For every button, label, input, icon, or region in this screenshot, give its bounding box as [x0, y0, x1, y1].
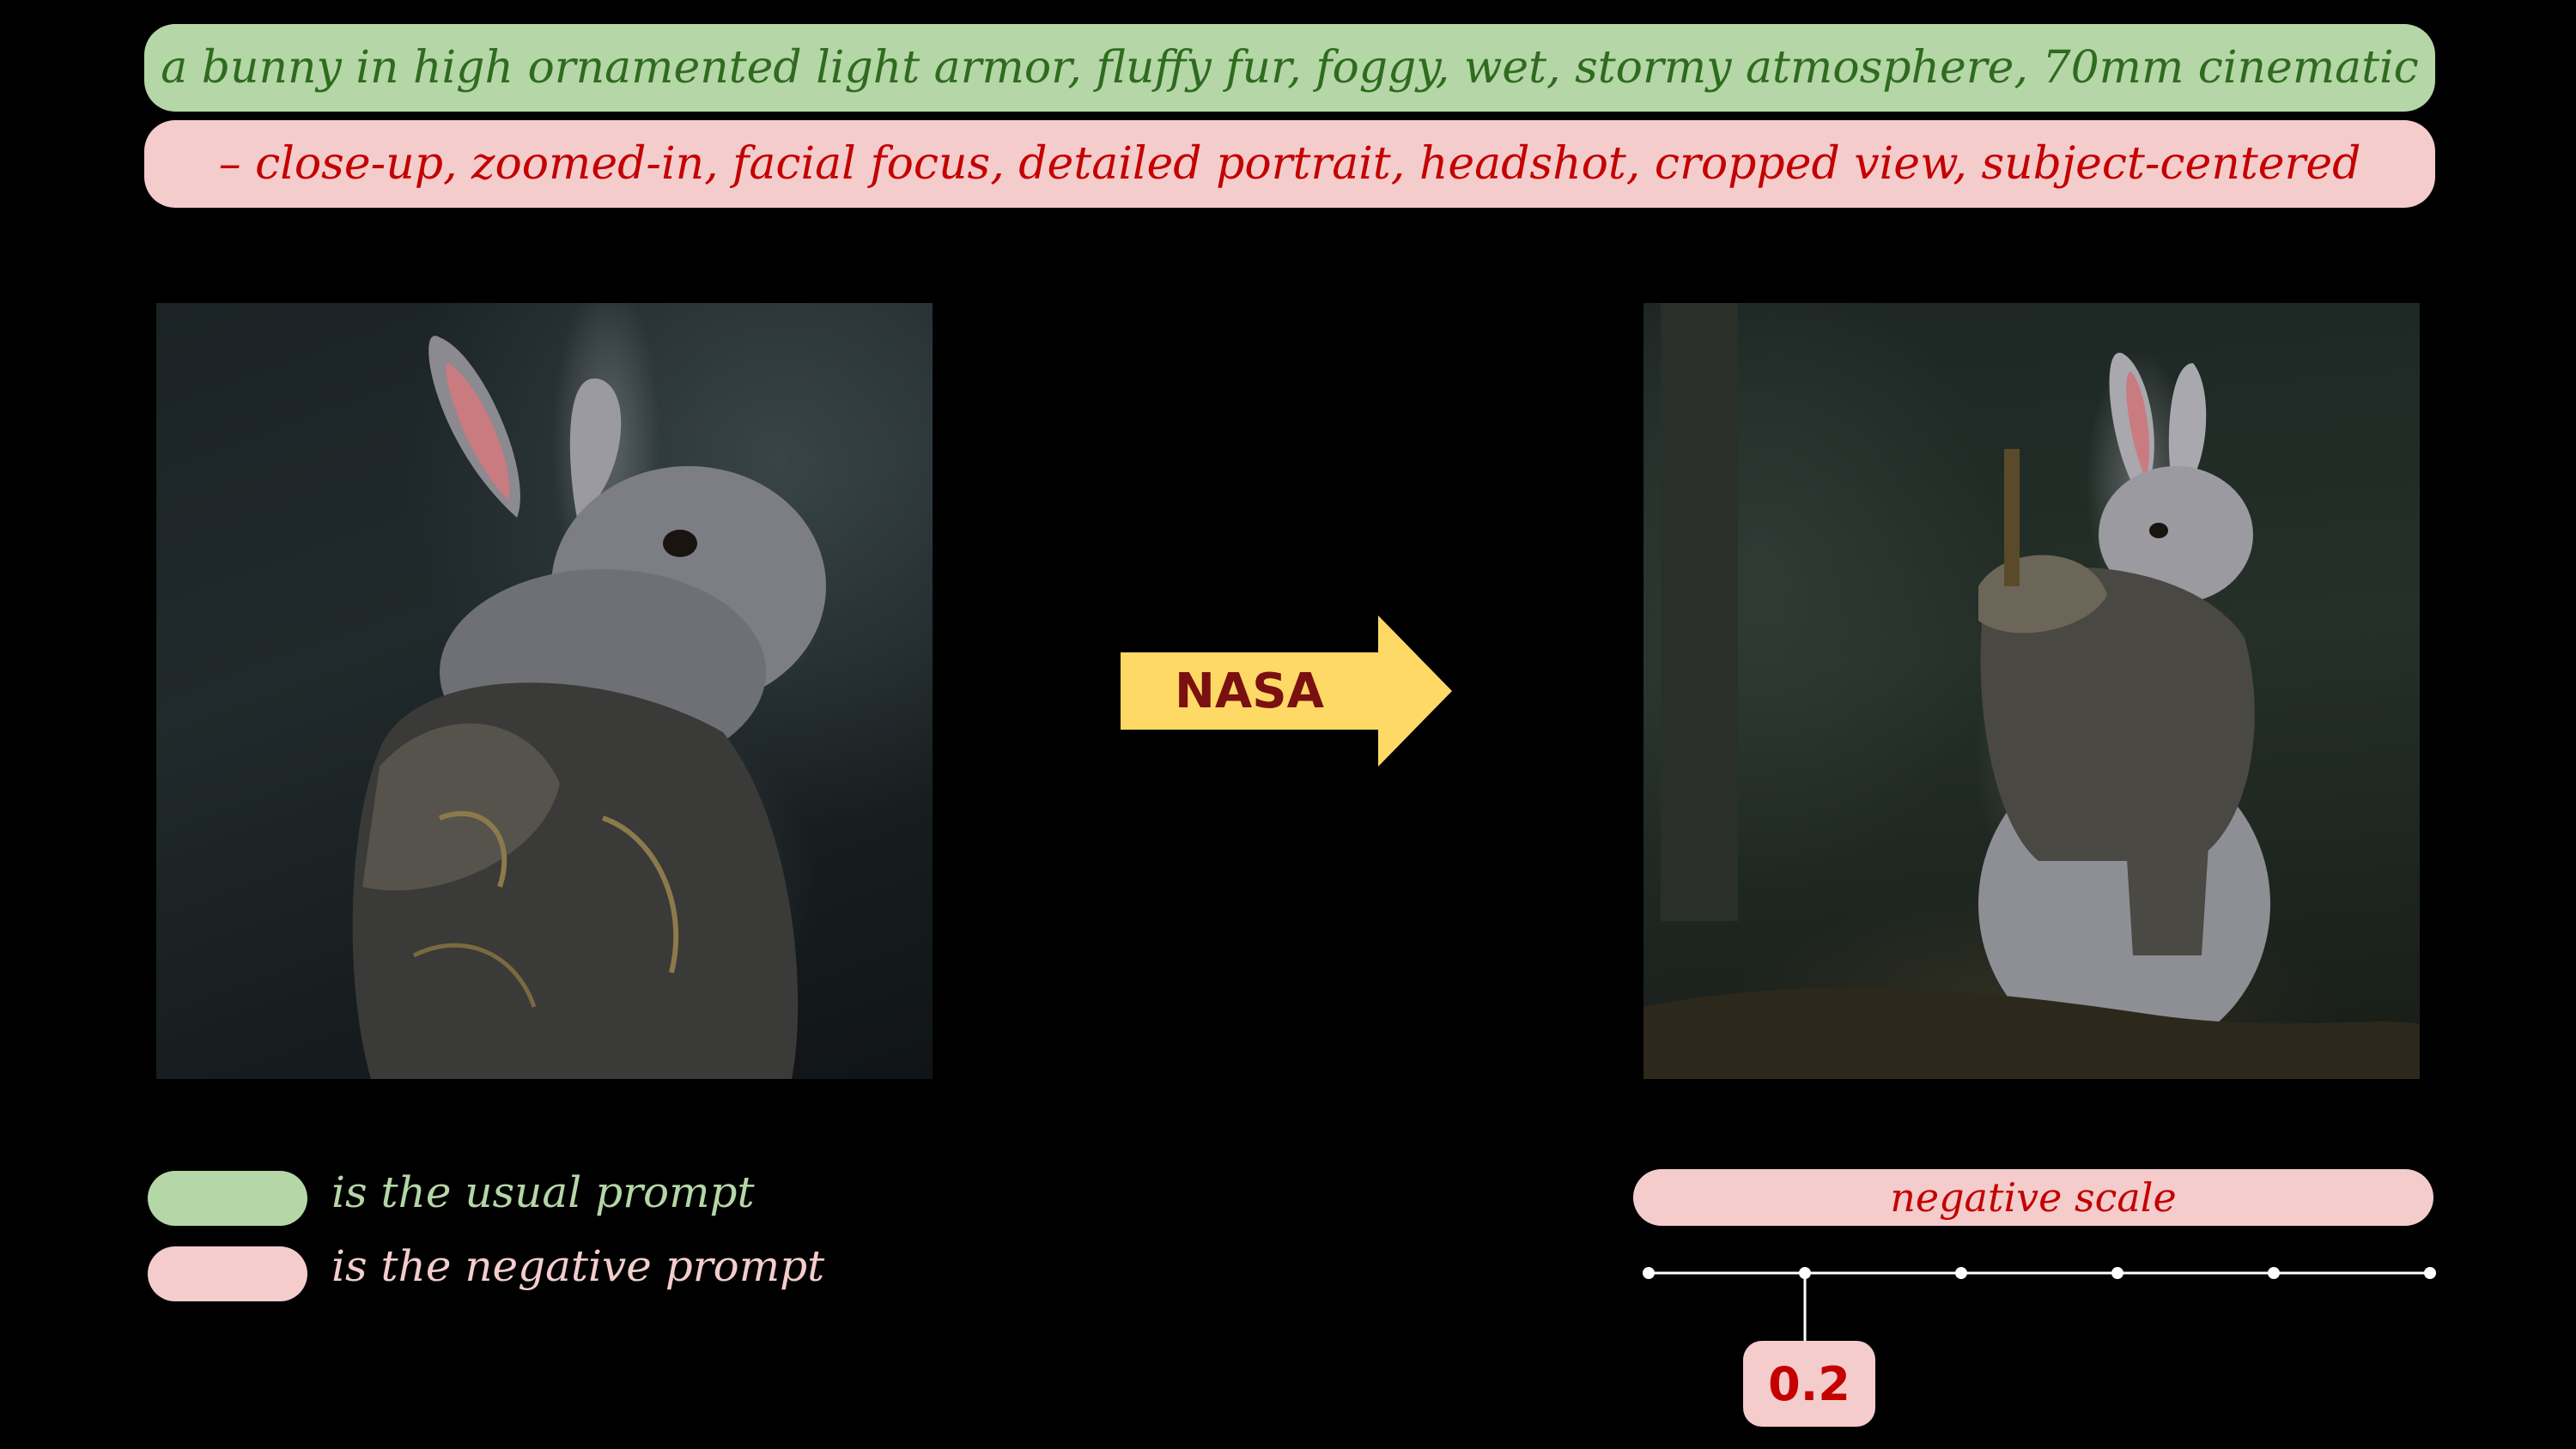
- negative-prompt-legend-label: is the negative prompt: [331, 1241, 825, 1291]
- nasa-arrow: NASA: [1121, 615, 1452, 767]
- negative-prompt-banner: – close-up, zoomed-in, facial focus, det…: [144, 120, 2435, 208]
- usual-prompt-swatch: [148, 1171, 307, 1226]
- scale-tick: [2268, 1267, 2280, 1279]
- usual-prompt-banner: a bunny in high ornamented light armor, …: [144, 24, 2435, 112]
- scale-tick: [2111, 1267, 2123, 1279]
- generated-image-without-nasa: [156, 303, 933, 1079]
- scale-tick: [2424, 1267, 2436, 1279]
- scale-tick: [1955, 1267, 1967, 1279]
- generated-image-with-nasa: [1643, 303, 2420, 1079]
- nasa-label: NASA: [1175, 663, 1324, 719]
- negative-prompt-swatch: [148, 1246, 307, 1301]
- scale-tick: [1643, 1267, 1655, 1279]
- negative-scale-title: negative scale: [1633, 1169, 2433, 1226]
- negative-scale-value: 0.2: [1743, 1341, 1875, 1427]
- usual-prompt-legend-label: is the usual prompt: [331, 1167, 755, 1217]
- negative-scale-axis: [1643, 1267, 2436, 1343]
